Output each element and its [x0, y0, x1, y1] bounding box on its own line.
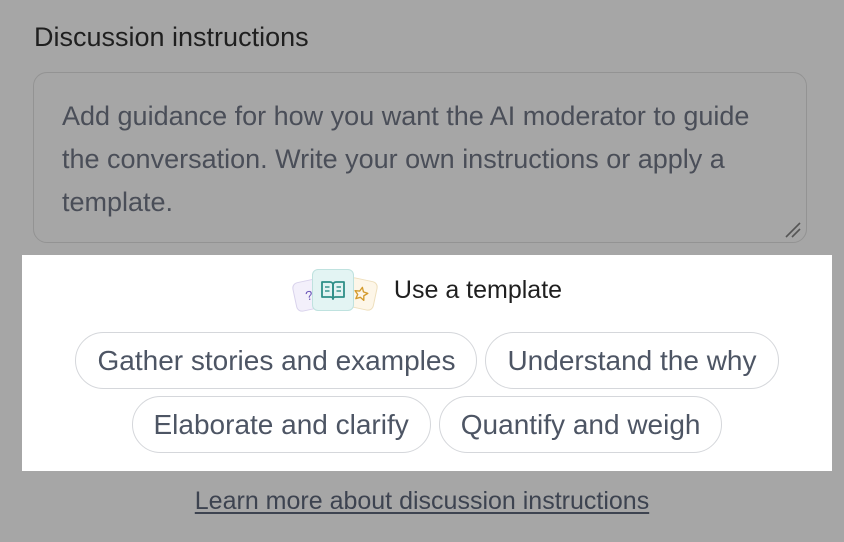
template-chip-quantify-weigh[interactable]: Quantify and weigh — [438, 396, 723, 453]
use-template-title: Use a template — [393, 276, 563, 304]
learn-more-link[interactable]: Learn more about discussion instructions — [0, 485, 844, 517]
template-chip-understand-why[interactable]: Understand the why — [485, 332, 779, 389]
template-icon-cluster: ? — [291, 269, 379, 313]
template-chip-gather-stories[interactable]: Gather stories and examples — [75, 332, 478, 389]
discussion-instructions-textarea[interactable] — [62, 95, 782, 232]
template-panel: ? Use a template Gather stories and exam… — [22, 255, 832, 471]
discussion-instructions-label: Discussion instructions — [34, 22, 309, 52]
template-header: ? Use a template — [22, 269, 832, 313]
instructions-textarea-container — [33, 72, 807, 243]
template-chip-row: Gather stories and examples Understand t… — [22, 332, 832, 389]
template-chip-elaborate-clarify[interactable]: Elaborate and clarify — [131, 396, 431, 453]
template-chip-row: Elaborate and clarify Quantify and weigh — [22, 396, 832, 453]
resize-handle-icon[interactable] — [783, 220, 801, 238]
open-book-icon — [311, 269, 354, 311]
